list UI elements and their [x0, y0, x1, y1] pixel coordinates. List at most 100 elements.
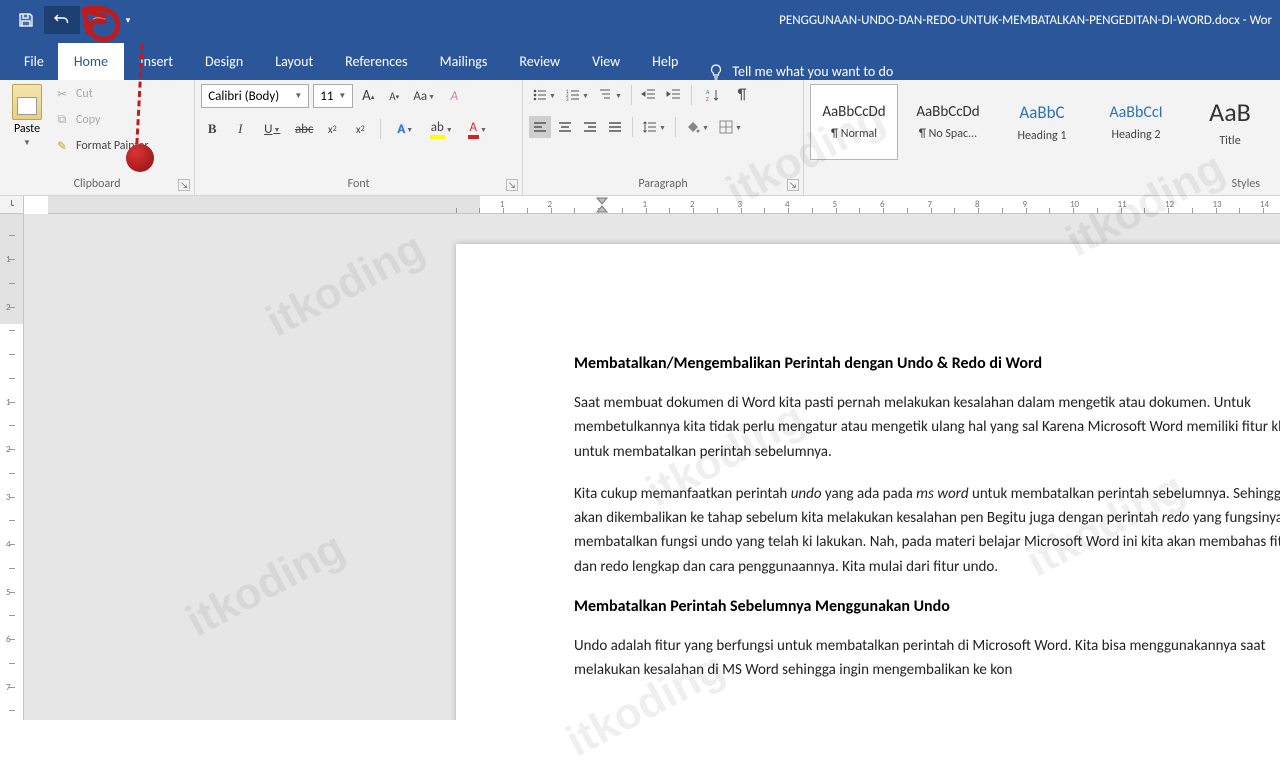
qat-customize[interactable]: ▾: [116, 15, 140, 26]
document-area[interactable]: Membatalkan/Mengembalikan Perintah denga…: [24, 214, 1280, 720]
paste-icon: [12, 84, 42, 120]
bucket-icon: [685, 119, 701, 135]
eraser-icon: A: [450, 89, 458, 104]
doc-heading-1: Membatalkan/Mengembalikan Perintah denga…: [574, 354, 1280, 373]
font-color-button[interactable]: A▼: [462, 118, 492, 140]
ribbon-tabs: File Home Insert Design Layout Reference…: [0, 40, 1280, 80]
cut-label: Cut: [76, 87, 93, 101]
format-painter-button[interactable]: ✎Format Painter: [54, 136, 149, 156]
multilevel-icon: [598, 87, 614, 103]
tab-file[interactable]: File: [10, 43, 58, 80]
redo-icon: [90, 12, 106, 28]
paste-button[interactable]: Paste ▼: [6, 84, 48, 148]
tab-insert[interactable]: Insert: [124, 43, 189, 80]
line-spacing-button[interactable]: ▼: [639, 116, 669, 138]
underline-button[interactable]: U▼: [257, 118, 287, 140]
tab-review[interactable]: Review: [503, 43, 576, 80]
align-left-icon: [532, 119, 548, 135]
copy-label: Copy: [76, 113, 100, 127]
numbering-button[interactable]: 123▼: [562, 84, 592, 106]
cut-button[interactable]: ✂Cut: [54, 84, 149, 104]
tab-mailings[interactable]: Mailings: [424, 43, 504, 80]
svg-text:3: 3: [566, 97, 569, 103]
align-center-button[interactable]: [554, 116, 576, 138]
vertical-ruler[interactable]: 211234567: [0, 214, 24, 720]
justify-button[interactable]: [604, 116, 626, 138]
tab-design[interactable]: Design: [189, 43, 259, 80]
clear-formatting-button[interactable]: A: [443, 85, 465, 107]
italic-button[interactable]: I: [229, 118, 251, 140]
subscript-button[interactable]: x2: [321, 118, 343, 140]
font-name-value: Calibri (Body): [208, 89, 279, 104]
horizontal-ruler[interactable]: 211234567891011121314: [48, 196, 1280, 214]
indent-icon: [666, 87, 682, 103]
style-heading1[interactable]: AaBbCHeading 1: [998, 84, 1086, 160]
change-case-button[interactable]: Aa▼: [409, 85, 439, 107]
undo-icon: [54, 12, 70, 28]
align-right-button[interactable]: [579, 116, 601, 138]
paragraph-launcher[interactable]: ↘: [787, 179, 799, 191]
borders-button[interactable]: ▼: [715, 116, 745, 138]
highlight-button[interactable]: ab▼: [426, 118, 456, 140]
undo-button[interactable]: [44, 6, 80, 34]
group-font-label: Font: [201, 175, 516, 193]
paste-label: Paste: [14, 122, 40, 136]
group-paragraph: ▼ 123▼ ▼ AZ ¶ ▼ ▼ ▼ Para: [523, 80, 804, 195]
increase-indent-button[interactable]: [663, 84, 685, 106]
tab-home[interactable]: Home: [58, 43, 124, 80]
bold-button[interactable]: B: [201, 118, 223, 140]
align-right-icon: [582, 119, 598, 135]
sort-button[interactable]: AZ: [698, 84, 728, 106]
tab-layout[interactable]: Layout: [259, 43, 329, 80]
doc-paragraph-2: Kita cukup memanfaatkan perintah undo ya…: [574, 482, 1280, 579]
tab-view[interactable]: View: [576, 43, 636, 80]
doc-paragraph-3: Undo adalah fitur yang berfungsi untuk m…: [574, 634, 1280, 683]
show-marks-button[interactable]: ¶: [731, 84, 753, 106]
quick-access-toolbar: ▾: [0, 6, 140, 34]
outdent-icon: [641, 87, 657, 103]
style-heading2[interactable]: AaBbCcIHeading 2: [1092, 84, 1180, 160]
text-effects-button[interactable]: A▼: [390, 118, 420, 140]
pilcrow-icon: ¶: [738, 86, 747, 104]
font-name-combo[interactable]: Calibri (Body)▼: [201, 84, 309, 108]
group-styles-label: Styles: [810, 175, 1274, 193]
grow-font-button[interactable]: A▴: [357, 85, 379, 107]
document-title: PENGGUNAAN-UNDO-DAN-REDO-UNTUK-MEMBATALK…: [779, 13, 1272, 28]
borders-icon: [718, 119, 734, 135]
decrease-indent-button[interactable]: [638, 84, 660, 106]
style-title[interactable]: AaBTitle: [1186, 84, 1274, 160]
page: Membatalkan/Mengembalikan Perintah denga…: [456, 244, 1280, 720]
clipboard-launcher[interactable]: ↘: [178, 179, 190, 191]
align-left-button[interactable]: [529, 116, 551, 138]
shading-button[interactable]: ▼: [682, 116, 712, 138]
font-size-combo[interactable]: 11▼: [313, 84, 353, 108]
group-font: Calibri (Body)▼ 11▼ A▴ A▾ Aa▼ A B I U▼ a…: [195, 80, 523, 195]
bullets-icon: [532, 87, 548, 103]
tell-me-search[interactable]: Tell me what you want to do: [694, 63, 907, 80]
doc-paragraph-1: Saat membuat dokumen di Word kita pasti …: [574, 391, 1280, 464]
title-bar: ▾ PENGGUNAAN-UNDO-DAN-REDO-UNTUK-MEMBATA…: [0, 0, 1280, 40]
ruler-corner[interactable]: └: [0, 196, 24, 214]
style-normal[interactable]: AaBbCcDd¶ Normal: [810, 84, 898, 160]
ribbon: Paste ▼ ✂Cut ⧉ Copy ✎Format Painter Clipb…: [0, 80, 1280, 196]
save-button[interactable]: [8, 6, 44, 34]
tab-references[interactable]: References: [329, 43, 423, 80]
brush-icon: ✎: [54, 138, 70, 154]
tell-me-label: Tell me what you want to do: [732, 63, 893, 80]
redo-button[interactable]: [80, 6, 116, 34]
bullets-button[interactable]: ▼: [529, 84, 559, 106]
copy-icon: ⧉: [54, 112, 70, 128]
style-no-spacing[interactable]: AaBbCcDd¶ No Spac...: [904, 84, 992, 160]
save-icon: [18, 12, 34, 28]
superscript-button[interactable]: x2: [349, 118, 371, 140]
numbering-icon: 123: [565, 87, 581, 103]
shrink-font-button[interactable]: A▾: [383, 85, 405, 107]
font-launcher[interactable]: ↘: [506, 179, 518, 191]
tab-help[interactable]: Help: [636, 43, 694, 80]
multilevel-button[interactable]: ▼: [595, 84, 625, 106]
copy-button[interactable]: ⧉ Copy: [54, 110, 149, 130]
strikethrough-button[interactable]: abc: [293, 118, 315, 140]
doc-heading-2: Membatalkan Perintah Sebelumnya Mengguna…: [574, 597, 1280, 616]
svg-text:Z: Z: [706, 95, 709, 103]
group-clipboard-label: Clipboard: [6, 175, 188, 193]
